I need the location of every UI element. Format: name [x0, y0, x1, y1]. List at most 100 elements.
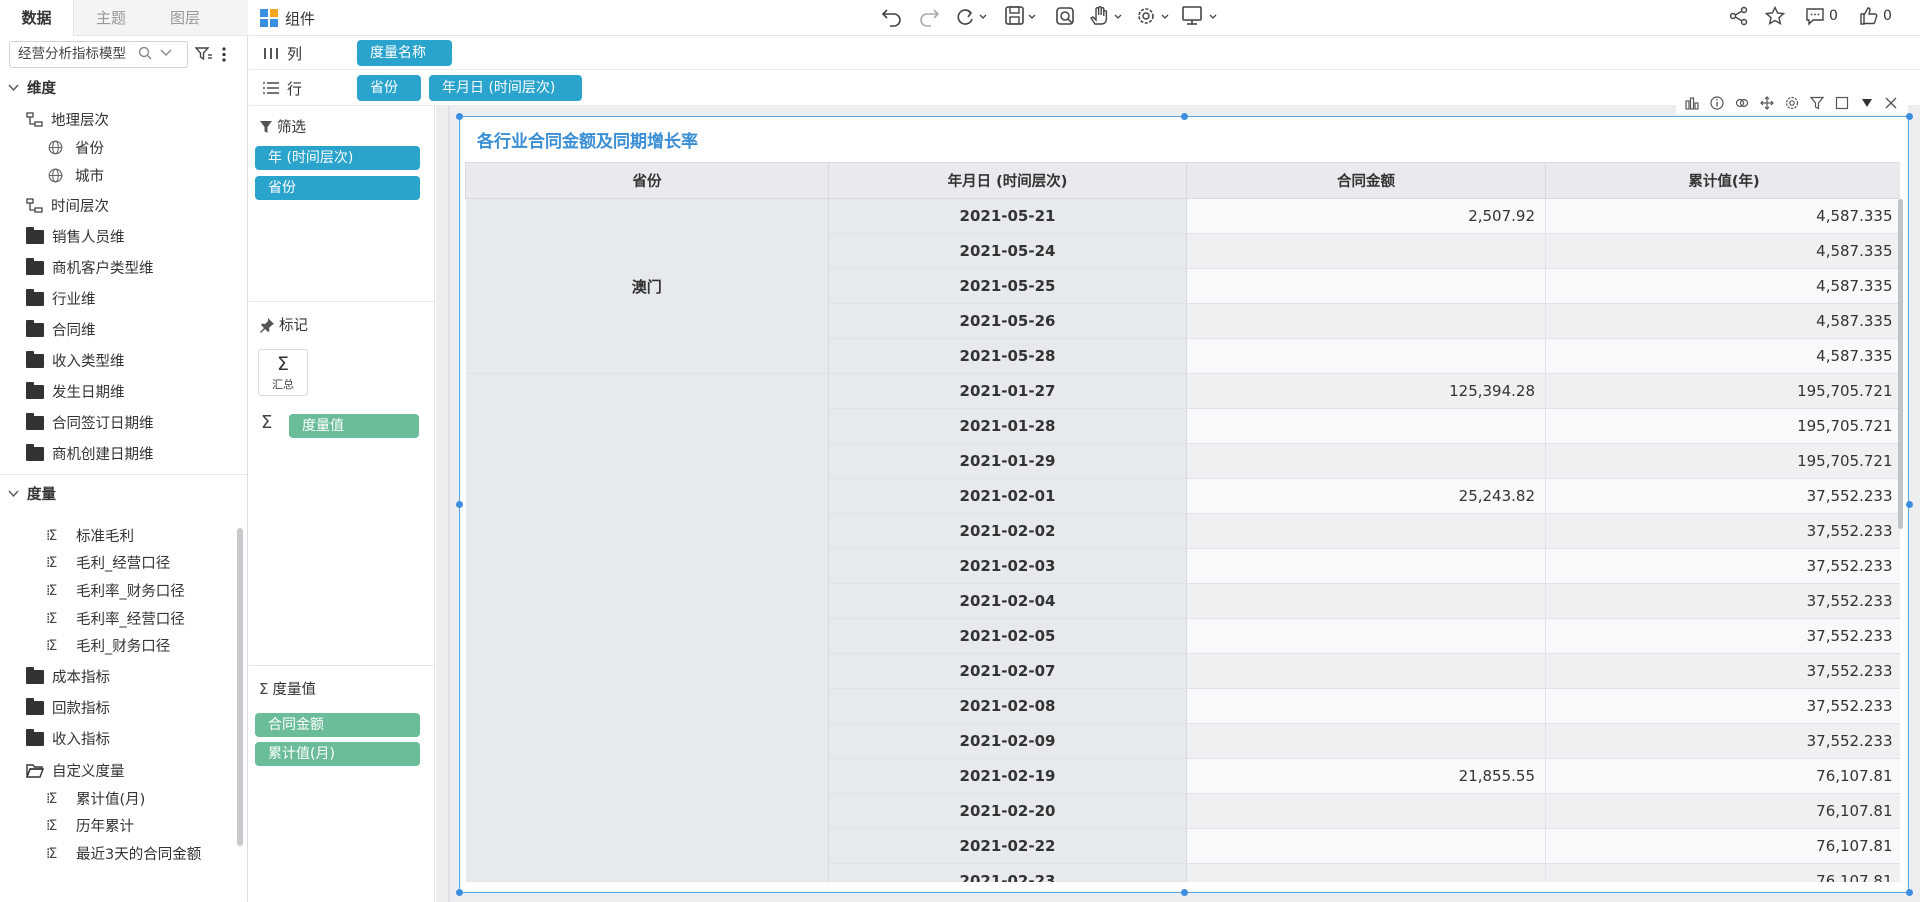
contract-amount-cell[interactable] — [1186, 583, 1546, 619]
contract-amount-cell[interactable] — [1186, 303, 1546, 339]
cumulative-year-cell[interactable]: 4,587.335 — [1545, 198, 1900, 234]
tab-data[interactable]: 数据 — [0, 0, 74, 36]
resize-handle[interactable] — [1181, 113, 1188, 120]
date-cell[interactable]: 2021-02-02 — [828, 513, 1187, 549]
filter-pill-province[interactable]: 省份 — [255, 176, 420, 200]
dimension-item[interactable]: 行业维 — [26, 288, 96, 309]
cumulative-year-cell[interactable]: 195,705.721 — [1545, 373, 1900, 409]
info-icon[interactable] — [1707, 93, 1727, 113]
resize-handle[interactable] — [456, 889, 463, 896]
measure-folder[interactable]: 收入指标 — [26, 728, 110, 749]
filter-settings-icon[interactable] — [195, 46, 213, 62]
dimension-item[interactable]: 销售人员维 — [26, 226, 125, 247]
date-cell[interactable]: 2021-01-27 — [828, 373, 1187, 409]
date-cell[interactable]: 2021-02-20 — [828, 793, 1187, 829]
dimension-item[interactable]: 省份 — [48, 137, 104, 158]
cumulative-year-cell[interactable]: 37,552.233 — [1545, 653, 1900, 689]
dimension-item[interactable]: 商机创建日期维 — [26, 443, 154, 464]
cumulative-year-cell[interactable]: 37,552.233 — [1545, 583, 1900, 619]
table-widget[interactable]: 各行业合同金额及同期增长率 省份 年月日 (时间层次) 合同金额 累计值(年) … — [459, 116, 1909, 893]
date-cell[interactable]: 2021-05-25 — [828, 268, 1187, 304]
header-cumulative-year[interactable]: 累计值(年) — [1545, 162, 1900, 199]
date-cell[interactable]: 2021-02-09 — [828, 723, 1187, 759]
move-icon[interactable] — [1757, 93, 1777, 113]
table-row[interactable]: 澳门 2021-05-21 2,507.92 4,587.335 — [465, 198, 1900, 374]
dimension-item[interactable]: 合同维 — [26, 319, 96, 340]
contract-amount-cell[interactable]: 2,507.92 — [1186, 198, 1546, 234]
cumulative-year-cell[interactable]: 37,552.233 — [1545, 618, 1900, 654]
contract-amount-cell[interactable] — [1186, 443, 1546, 479]
cumulative-year-cell[interactable]: 4,587.335 — [1545, 338, 1900, 374]
interaction-hand-icon[interactable] — [1089, 6, 1123, 26]
date-cell[interactable]: 2021-01-28 — [828, 408, 1187, 444]
measures-heading[interactable]: 度量 — [8, 483, 56, 504]
date-cell[interactable]: 2021-01-29 — [828, 443, 1187, 479]
table-scrollbar[interactable] — [1898, 199, 1903, 529]
undo-icon[interactable] — [881, 7, 903, 27]
contract-amount-cell[interactable] — [1186, 653, 1546, 689]
contract-amount-cell[interactable]: 125,394.28 — [1186, 373, 1546, 409]
measure-item[interactable]: ⁞Σ 毛利_经营口径 — [46, 552, 170, 573]
close-icon[interactable] — [1881, 93, 1901, 113]
marks-measure-value-pill[interactable]: 度量值 — [289, 414, 419, 438]
contract-amount-cell[interactable] — [1186, 793, 1546, 829]
measure-item[interactable]: ⁞Σ 毛利率_经营口径 — [46, 608, 185, 629]
dimension-item[interactable]: 收入类型维 — [26, 350, 125, 371]
date-cell[interactable]: 2021-02-03 — [828, 548, 1187, 584]
dimension-item[interactable]: 时间层次 — [26, 195, 109, 216]
date-cell[interactable]: 2021-02-04 — [828, 583, 1187, 619]
measure-folder[interactable]: 回款指标 — [26, 697, 110, 718]
measure-item[interactable]: ⁞Σ 累计值(月) — [46, 788, 145, 809]
dimension-item[interactable]: 城市 — [48, 165, 104, 186]
header-contract-amount[interactable]: 合同金额 — [1186, 162, 1546, 199]
date-cell[interactable]: 2021-05-28 — [828, 338, 1187, 374]
measure-value-pill-cumulative-month[interactable]: 累计值(月) — [255, 742, 420, 766]
cumulative-year-cell[interactable]: 76,107.81 — [1545, 758, 1900, 794]
contract-amount-cell[interactable] — [1186, 548, 1546, 584]
cumulative-year-cell[interactable]: 37,552.233 — [1545, 513, 1900, 549]
contract-amount-cell[interactable] — [1186, 408, 1546, 444]
resize-handle[interactable] — [1906, 113, 1913, 120]
contract-amount-cell[interactable] — [1186, 618, 1546, 654]
contract-amount-cell[interactable]: 25,243.82 — [1186, 478, 1546, 514]
star-icon[interactable] — [1765, 6, 1785, 26]
redo-icon[interactable] — [918, 7, 940, 27]
contract-amount-cell[interactable] — [1186, 828, 1546, 864]
cumulative-year-cell[interactable]: 37,552.233 — [1545, 548, 1900, 584]
date-cell[interactable]: 2021-02-19 — [828, 758, 1187, 794]
resize-handle[interactable] — [1906, 501, 1913, 508]
measure-value-pill-contract-amount[interactable]: 合同金额 — [255, 713, 420, 737]
chart-type-icon[interactable] — [1682, 93, 1702, 113]
measure-item[interactable]: ⁞Σ 毛利_财务口径 — [46, 635, 170, 656]
cumulative-year-cell[interactable]: 195,705.721 — [1545, 408, 1900, 444]
tab-theme[interactable]: 主题 — [74, 0, 148, 36]
cumulative-year-cell[interactable]: 37,552.233 — [1545, 688, 1900, 724]
link-icon[interactable] — [1732, 93, 1752, 113]
contract-amount-cell[interactable]: 21,855.55 — [1186, 758, 1546, 794]
search-screen-icon[interactable] — [1055, 6, 1077, 26]
resize-handle[interactable] — [1906, 889, 1913, 896]
refresh-icon[interactable] — [956, 7, 988, 27]
dimensions-heading[interactable]: 维度 — [8, 77, 56, 98]
tab-layers[interactable]: 图层 — [148, 0, 222, 36]
dimension-item[interactable]: 地理层次 — [26, 109, 109, 130]
summary-mark-button[interactable]: Σ 汇总 — [258, 349, 308, 396]
contract-amount-cell[interactable] — [1186, 338, 1546, 374]
search-icon[interactable] — [138, 46, 152, 60]
province-cell[interactable]: 澳门 — [465, 198, 829, 374]
date-cell[interactable]: 2021-05-26 — [828, 303, 1187, 339]
cumulative-year-cell[interactable]: 37,552.233 — [1545, 478, 1900, 514]
settings-gear-icon[interactable] — [1136, 6, 1170, 26]
measure-item[interactable]: ⁞Σ 标准毛利 — [46, 525, 134, 546]
resize-handle[interactable] — [456, 501, 463, 508]
contract-amount-cell[interactable] — [1186, 863, 1546, 882]
date-cell[interactable]: 2021-02-05 — [828, 618, 1187, 654]
measure-item[interactable]: ⁞Σ 最近3天的合同金额 — [46, 843, 201, 864]
province-cell[interactable] — [465, 373, 829, 882]
comments-button[interactable]: 0 — [1805, 6, 1838, 26]
resize-handle[interactable] — [1181, 889, 1188, 896]
cumulative-year-cell[interactable]: 4,587.335 — [1545, 268, 1900, 304]
date-cell[interactable]: 2021-02-07 — [828, 653, 1187, 689]
component-label[interactable]: 组件 — [285, 8, 315, 29]
cumulative-year-cell[interactable]: 76,107.81 — [1545, 863, 1900, 882]
